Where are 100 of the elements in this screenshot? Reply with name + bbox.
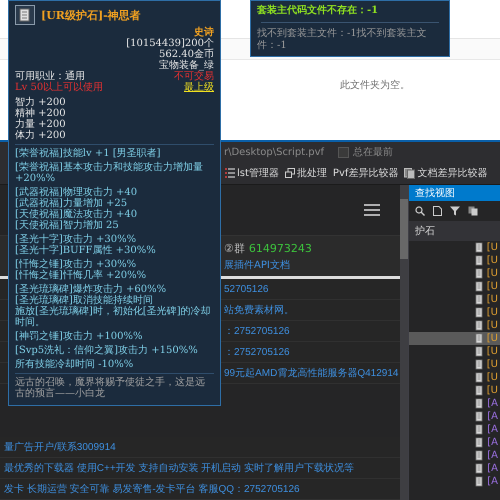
group-number: 614973243 xyxy=(248,242,312,255)
search-query: 护石 xyxy=(409,221,500,241)
scroll-icon xyxy=(474,333,484,344)
effect-line: [圣光琉璃碑]爆炸攻击力 +60%% xyxy=(15,284,168,295)
item-code: [10154439]200个 xyxy=(126,38,214,49)
effect-line: 所有技能冷却时间 -10%% xyxy=(15,359,134,370)
flavor-text: 远古的召唤，魔界将赐予使徒之手，这是远古的预言——小白龙 xyxy=(15,377,206,399)
scroll-icon xyxy=(474,281,484,292)
result-item[interactable]: [U xyxy=(409,345,500,358)
scroll-icon xyxy=(474,372,484,383)
item-category: 宝物装备_绿 xyxy=(159,60,214,71)
scroll-icon xyxy=(475,398,484,409)
panel-title: 查找视图 xyxy=(409,185,500,201)
effect-line: [忏悔之锤]攻击力 +30%% xyxy=(15,259,138,270)
scroll-icon xyxy=(474,242,484,253)
link-text[interactable]: 量广告开户/联系3009914 xyxy=(4,440,116,454)
file-path: r\Desktop\Script.pvf xyxy=(224,146,324,158)
link-text[interactable]: 发卡 长期运营 安全可靠 易发寄售-发卡平台 客服QQ：2752705126 xyxy=(4,482,300,496)
stat-line: 力量 +200 xyxy=(15,119,67,130)
result-item[interactable]: [A xyxy=(409,397,500,410)
scroll-icon xyxy=(475,450,484,461)
api-docs-link[interactable]: 展插件API文档 xyxy=(224,258,290,272)
scroll-icon xyxy=(474,346,484,357)
error-message: 套装主代码文件不存在：-1 xyxy=(257,5,380,17)
rarity-label: 史诗 xyxy=(194,27,214,38)
effect-line: [圣光十字]攻击力 +30%% xyxy=(15,234,138,245)
result-item[interactable]: [U xyxy=(409,293,500,306)
effect-line: [荣誉祝福]基本攻击力和技能攻击力增加量 +20%% xyxy=(15,162,204,184)
scroll-icon xyxy=(475,411,484,422)
result-item[interactable]: [U xyxy=(409,371,500,384)
job-requirement: 可用职业：通用 xyxy=(15,71,86,82)
result-item[interactable]: [U xyxy=(409,306,500,319)
scroll-icon xyxy=(475,463,484,474)
result-item[interactable]: [U xyxy=(409,267,500,280)
level-requirement: Lv 50以上可以使用 xyxy=(15,82,104,93)
scroll-icon xyxy=(15,5,35,25)
scroll-icon xyxy=(475,437,484,448)
result-item[interactable]: [A xyxy=(409,462,500,475)
result-item[interactable]: [A xyxy=(409,410,500,423)
toolbar-button[interactable]: 文档差异比较器 xyxy=(403,166,488,180)
scroll-icon xyxy=(474,307,484,318)
link-text[interactable]: 52705126 xyxy=(224,284,268,294)
result-item[interactable]: [U xyxy=(409,254,500,267)
effect-line: [Svp5洗礼：信仰之翼]攻击力 +150%% xyxy=(15,345,199,356)
search-icon[interactable] xyxy=(415,206,425,216)
stat-line: 智力 +200 xyxy=(15,97,67,108)
link-text[interactable]: 站免费素材网。 xyxy=(224,303,294,317)
item-name: [UR级护石]-神思者 xyxy=(41,10,141,20)
page-icon[interactable] xyxy=(433,206,442,216)
scrollbar[interactable] xyxy=(400,185,408,500)
scroll-icon xyxy=(475,424,484,435)
toolbar-button[interactable]: 批处理 xyxy=(284,166,328,180)
scroll-icon xyxy=(474,320,484,331)
trade-status: 不可交易 xyxy=(174,71,214,82)
stacked-windows-icon xyxy=(284,168,295,178)
link-text[interactable]: 99元起AMD霄龙高性能服务器Q412914 xyxy=(224,366,398,380)
scroll-icon xyxy=(475,476,484,487)
scroll-icon xyxy=(474,268,484,279)
effect-line: [圣光十字]BUFF属性 +30%% xyxy=(15,245,157,256)
group-label: ②群 xyxy=(224,241,245,256)
stat-line: 体力 +200 xyxy=(15,130,67,141)
link-text[interactable]: 最优秀的下载器 使用C++开发 支持自动安装 开机启动 实时了解用户下载状况等 xyxy=(4,461,354,475)
result-item[interactable]: [A xyxy=(409,436,500,449)
effect-line: [武器祝福]物理攻击力 +40 xyxy=(15,187,138,198)
documents-icon[interactable] xyxy=(468,206,478,216)
list-icon xyxy=(225,168,235,178)
scroll-icon xyxy=(474,385,484,396)
effect-line: [荣誉祝福]技能lv +1 [男圣职者] xyxy=(15,148,162,159)
error-detail: 找不到套装主文件：-1找不到套装主文件：-1 xyxy=(257,28,428,52)
toolbar-button[interactable]: Pvf差异比较器 xyxy=(332,166,400,180)
result-item[interactable]: [U xyxy=(409,280,500,293)
effect-line: [圣光琉璃碑]取消技能持续时间 xyxy=(15,295,154,306)
result-item[interactable]: [A xyxy=(409,475,500,488)
toolbar-button[interactable]: lst管理器 xyxy=(224,166,280,180)
documents-icon xyxy=(404,168,416,178)
scroll-icon xyxy=(474,294,484,305)
effect-line: [武器祝福]力量增加 +25 xyxy=(15,198,128,209)
grade-label: 最上级 xyxy=(184,82,214,93)
scroll-icon xyxy=(474,359,484,370)
empty-folder-message: 此文件夹为空。 xyxy=(340,78,410,92)
result-item[interactable]: [U xyxy=(409,384,500,397)
effect-line: [天使祝福]智力增加 25 xyxy=(15,220,120,231)
scroll-icon xyxy=(474,255,484,266)
link-text[interactable]: ：2752705126 xyxy=(224,324,290,338)
item-price: 562.40金币 xyxy=(159,49,214,60)
result-item[interactable]: [U xyxy=(409,358,500,371)
effect-line: 施放[圣光琉璃碑]时，初始化[圣光碑]的冷却时间。 xyxy=(15,306,212,328)
effect-line: [忏悔之锤]忏悔几率 +20%% xyxy=(15,270,148,281)
effect-line: [神罚之锤]攻击力 +100%% xyxy=(15,331,144,342)
always-on-top-checkbox[interactable]: 总在最前 xyxy=(338,145,394,159)
effect-line: [天使祝福]魔法攻击力 +40 xyxy=(15,209,138,220)
stat-line: 精神 +200 xyxy=(15,108,67,119)
result-item[interactable]: [U xyxy=(409,319,500,332)
result-item[interactable]: [A xyxy=(409,449,500,462)
result-item[interactable]: [A xyxy=(409,423,500,436)
menu-icon[interactable] xyxy=(364,204,380,216)
link-text[interactable]: ：2752705126 xyxy=(224,345,290,359)
result-item[interactable]: [U xyxy=(409,332,500,345)
result-item[interactable]: [U xyxy=(409,241,500,254)
filter-icon[interactable] xyxy=(450,206,460,216)
